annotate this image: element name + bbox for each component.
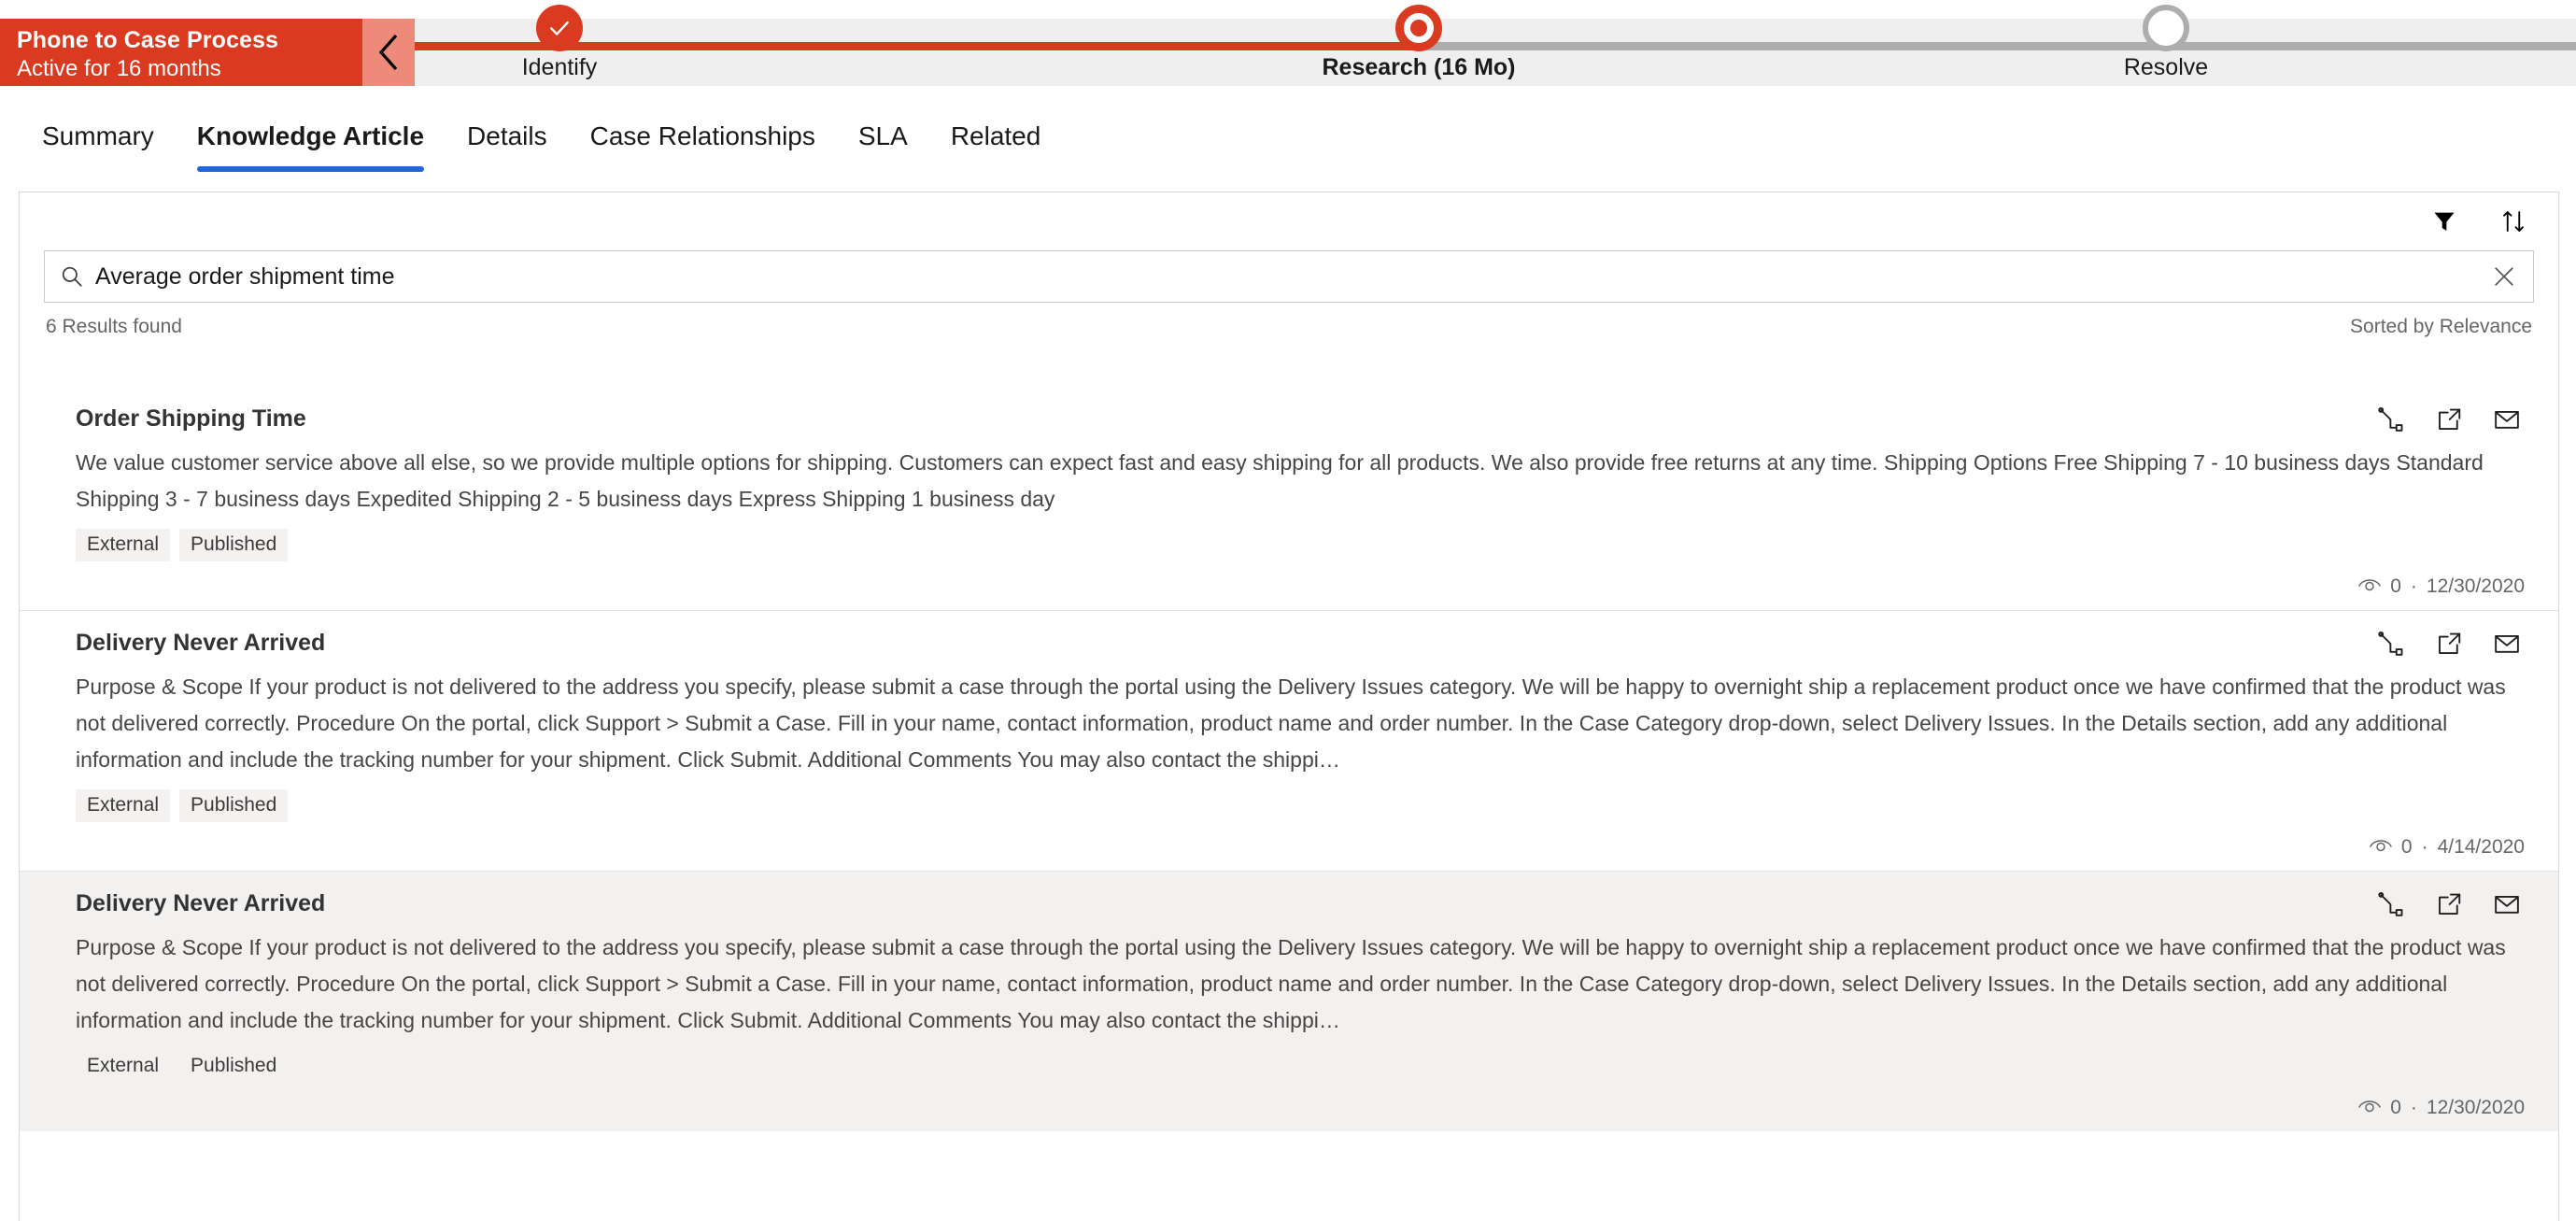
views-count: 0 [2357, 575, 2401, 599]
tab-sla[interactable]: SLA [837, 105, 929, 172]
result-title[interactable]: Delivery Never Arrived [76, 888, 325, 918]
views-value: 0 [2400, 836, 2413, 858]
sort-icon[interactable] [2495, 203, 2532, 240]
separator-dot: · [2410, 1097, 2417, 1118]
stage-resolve[interactable]: Resolve [2021, 5, 2311, 86]
result-title[interactable]: Order Shipping Time [76, 404, 306, 433]
tab-summary-label: Summary [42, 121, 154, 150]
badge-external: External [76, 789, 171, 822]
stage-resolve-label: Resolve [2123, 54, 2209, 80]
tab-details-label: Details [467, 121, 547, 150]
result-badges: External Published [76, 1050, 2532, 1083]
stage-research-label: Research (16 Mo) [1322, 54, 1516, 80]
badge-external: External [76, 529, 171, 561]
search-input[interactable] [95, 263, 2490, 291]
tab-bar: Summary Knowledge Article Details Case R… [0, 105, 2576, 189]
results-count: 6 Results found [46, 316, 182, 337]
check-icon [536, 5, 583, 51]
tab-related-label: Related [950, 121, 1041, 150]
tab-knowledge-article-label: Knowledge Article [196, 121, 425, 150]
link-article-icon[interactable] [2375, 628, 2407, 660]
result-title[interactable]: Delivery Never Arrived [76, 628, 325, 658]
result-card[interactable]: Order Shipping Time We value customer se… [20, 387, 2558, 611]
eye-icon [2357, 575, 2382, 599]
process-header[interactable]: Phone to Case Process Active for 16 mont… [0, 19, 362, 86]
open-in-new-window-icon[interactable] [2433, 404, 2465, 435]
result-card[interactable]: Delivery Never Arrived Purpose & Scope I… [20, 872, 2558, 1131]
chevron-left-icon [376, 33, 401, 72]
eye-icon [2357, 1096, 2382, 1120]
result-actions [2375, 404, 2532, 435]
stage-research[interactable]: Research (16 Mo) [1218, 5, 1620, 86]
stage-identify[interactable]: Identify [415, 5, 704, 86]
result-actions [2375, 628, 2532, 660]
email-article-icon[interactable] [2491, 628, 2523, 660]
process-collapse-button[interactable] [362, 19, 415, 86]
badge-status: Published [179, 789, 289, 822]
search-icon [60, 264, 84, 289]
link-article-icon[interactable] [2375, 404, 2407, 435]
stage-track: Identify Research (16 Mo) Resolve [415, 5, 2576, 86]
result-body: Purpose & Scope If your product is not d… [76, 935, 2506, 1032]
close-icon[interactable] [2490, 263, 2518, 291]
result-card-header: Order Shipping Time [76, 404, 2532, 435]
tab-summary[interactable]: Summary [21, 105, 176, 172]
result-card-header: Delivery Never Arrived [76, 888, 2532, 920]
filter-icon[interactable] [2426, 203, 2463, 240]
panel-toolbar [20, 192, 2558, 250]
result-date: 4/14/2020 [2437, 836, 2525, 858]
link-article-icon[interactable] [2375, 888, 2407, 920]
result-actions [2375, 888, 2532, 920]
result-card[interactable]: Delivery Never Arrived Purpose & Scope I… [20, 611, 2558, 872]
process-subtitle: Active for 16 months [17, 56, 221, 81]
open-in-new-window-icon[interactable] [2433, 888, 2465, 920]
tab-case-relationships-label: Case Relationships [589, 121, 815, 150]
results-list: Order Shipping Time We value customer se… [20, 387, 2558, 1221]
sort-label[interactable]: Sorted by Relevance [2350, 316, 2532, 338]
open-in-new-window-icon[interactable] [2433, 628, 2465, 660]
views-value: 0 [2390, 575, 2401, 597]
tab-knowledge-article[interactable]: Knowledge Article [176, 105, 446, 172]
separator-dot: · [2410, 575, 2417, 597]
dot-icon [1395, 5, 1442, 51]
tab-related[interactable]: Related [929, 105, 1063, 172]
result-footer: 0 · 4/14/2020 [76, 835, 2532, 859]
result-footer: 0 · 12/30/2020 [76, 1096, 2532, 1120]
views-count: 0 [2369, 835, 2413, 859]
search-box[interactable] [44, 250, 2534, 303]
eye-icon [2369, 835, 2393, 859]
results-meta: 6 Results found Sorted by Relevance [20, 303, 2558, 348]
stage-identify-label: Identify [521, 54, 598, 80]
knowledge-search-panel: 6 Results found Sorted by Relevance Orde… [19, 192, 2559, 1221]
badge-status: Published [179, 529, 289, 561]
badge-external: External [87, 1055, 160, 1076]
business-process-flow: Phone to Case Process Active for 16 mont… [0, 0, 2576, 105]
result-body: We value customer service above all else… [76, 450, 2484, 511]
tab-sla-label: SLA [857, 121, 908, 150]
process-title: Phone to Case Process [17, 27, 278, 53]
separator-dot: · [2421, 836, 2428, 858]
circle-icon [2143, 5, 2189, 51]
views-value: 0 [2390, 1097, 2401, 1118]
result-body: Purpose & Scope If your product is not d… [76, 674, 2506, 772]
badge-status: Published [191, 1055, 277, 1076]
tab-details[interactable]: Details [446, 105, 569, 172]
result-footer: 0 · 12/30/2020 [76, 575, 2532, 599]
result-date: 12/30/2020 [2426, 575, 2525, 597]
email-article-icon[interactable] [2491, 404, 2523, 435]
result-badges: External Published [76, 789, 2532, 822]
email-article-icon[interactable] [2491, 888, 2523, 920]
views-count: 0 [2357, 1096, 2401, 1120]
result-card-header: Delivery Never Arrived [76, 628, 2532, 660]
result-badges: External Published [76, 529, 2532, 561]
result-date: 12/30/2020 [2426, 1097, 2525, 1118]
tab-case-relationships[interactable]: Case Relationships [569, 105, 837, 172]
